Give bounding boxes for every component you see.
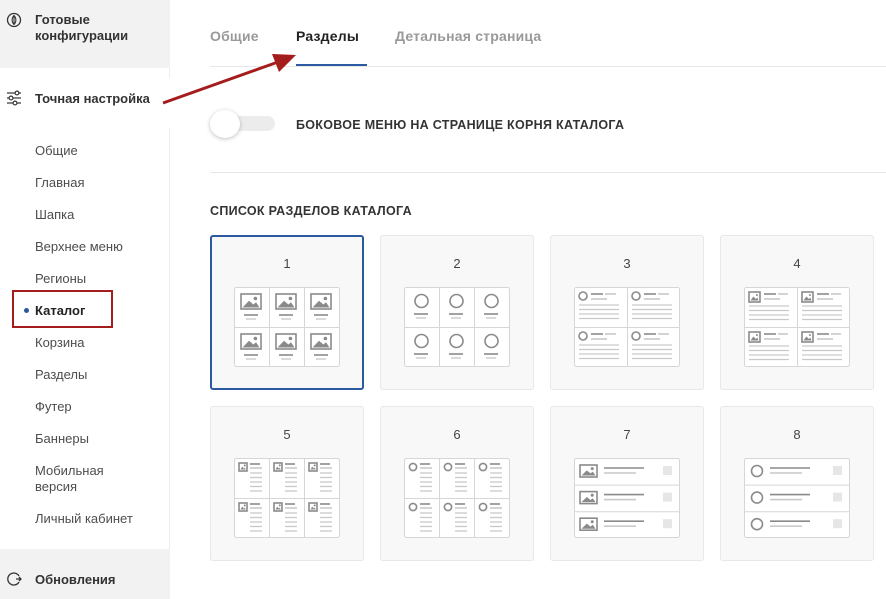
active-tab-indicator [296,64,367,66]
layout-option-6[interactable]: 6 [380,406,534,561]
ready-configs-label: Готовые конфигурации [35,12,129,43]
list-images-preview-icon [574,458,680,538]
layout-option-number: 8 [793,427,801,442]
layout-option-number: 7 [623,427,631,442]
sidebar-item-catalog[interactable]: Каталог [35,303,155,319]
list-circles-preview-icon [744,458,850,538]
sidebar-item-mobile[interactable]: Мобильная версия [35,463,125,495]
fine-tuning-section[interactable]: Точная настройка [0,78,170,128]
leaf-circle-icon [6,12,22,28]
sidebar: Готовые конфигурации Точная настройка Об… [0,0,170,599]
sidebar-item-footer[interactable]: Футер [35,399,155,415]
grid-circles-text-preview-icon [574,287,680,367]
sidebar-item-cart[interactable]: Корзина [35,335,155,351]
grid-circles-preview-icon [404,287,510,367]
layout-option-number: 5 [283,427,291,442]
layout-option-3[interactable]: 3 [550,235,704,390]
tabs-divider [210,66,886,67]
side-menu-toggle[interactable] [210,110,276,138]
layout-option-number: 4 [793,256,801,271]
active-dot-icon [24,308,29,313]
layout-option-5[interactable]: 5 [210,406,364,561]
sidebar-item-main[interactable]: Главная [35,175,155,191]
layout-option-number: 2 [453,256,461,271]
sidebar-item-sections[interactable]: Разделы [35,367,155,383]
layout-option-number: 3 [623,256,631,271]
layout-option-number: 1 [283,256,291,271]
layout-option-2[interactable]: 2 [380,235,534,390]
tab-general[interactable]: Общие [210,28,259,44]
tab-sections[interactable]: Разделы [296,28,359,44]
sidebar-item-general[interactable]: Общие [35,143,155,159]
sliders-icon [7,90,21,106]
ready-configs-section[interactable]: Готовые конфигурации [0,0,170,68]
grid-images-text-preview-icon [744,287,850,367]
sidebar-item-regions[interactable]: Регионы [35,271,155,287]
toggle-knob [210,110,240,138]
sidebar-item-account[interactable]: Личный кабинет [35,511,155,527]
layout-option-number: 6 [453,427,461,442]
tab-detail-page[interactable]: Детальная страница [395,28,541,44]
grid-small-circles-list-preview-icon [404,458,510,538]
updates-label: Обновления [35,572,116,587]
side-menu-toggle-label: БОКОВОЕ МЕНЮ НА СТРАНИЦЕ КОРНЯ КАТАЛОГА [296,118,625,132]
layout-option-1[interactable]: 1 [210,235,364,390]
divider [210,172,886,173]
sidebar-item-top-menu[interactable]: Верхнее меню [35,239,155,255]
layout-option-7[interactable]: 7 [550,406,704,561]
section-list-title: СПИСОК РАЗДЕЛОВ КАТАЛОГА [210,204,412,218]
updates-section[interactable]: Обновления [0,549,170,599]
layout-option-8[interactable]: 8 [720,406,874,561]
grid-small-images-list-preview-icon [234,458,340,538]
sidebar-item-banners[interactable]: Баннеры [35,431,155,447]
update-icon [7,572,22,586]
fine-tuning-label: Точная настройка [35,91,150,106]
sidebar-item-header[interactable]: Шапка [35,207,155,223]
grid-images-preview-icon [234,287,340,367]
layout-option-4[interactable]: 4 [720,235,874,390]
